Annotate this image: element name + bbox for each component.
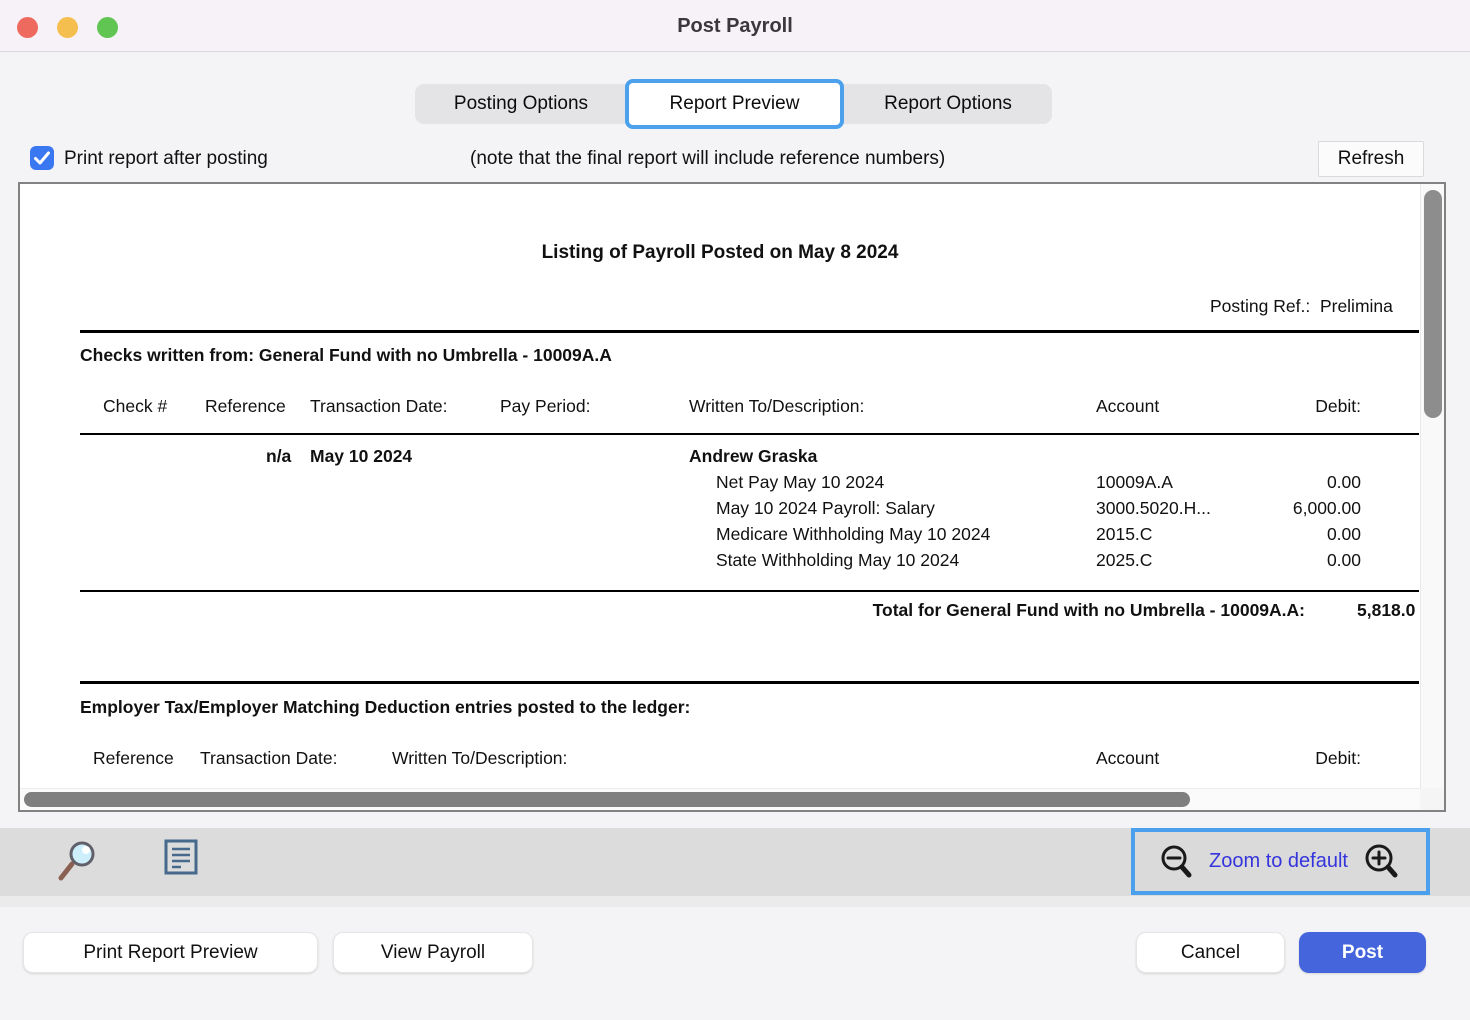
zoom-out-icon[interactable] bbox=[1159, 844, 1195, 880]
divider-rule bbox=[80, 330, 1419, 333]
entry-transaction-date: May 10 2024 bbox=[310, 446, 412, 467]
print-report-preview-button[interactable]: Print Report Preview bbox=[23, 932, 318, 973]
report-preview-viewport: Listing of Payroll Posted on May 8 2024 … bbox=[20, 184, 1420, 788]
toolbar-divider-strip bbox=[0, 896, 1470, 907]
document-view-icon[interactable] bbox=[163, 839, 199, 875]
refresh-button[interactable]: Refresh bbox=[1318, 141, 1424, 177]
col-header-pay-period: Pay Period: bbox=[500, 396, 590, 417]
tab-posting-options[interactable]: Posting Options bbox=[415, 84, 627, 124]
report-title: Listing of Payroll Posted on May 8 2024 bbox=[20, 242, 1420, 264]
checkmark-icon bbox=[30, 146, 54, 170]
entry-line-account: 10009A.A bbox=[1096, 472, 1173, 493]
col-header-reference: Reference bbox=[205, 396, 286, 417]
col-header-written-to: Written To/Description: bbox=[392, 748, 567, 769]
zoom-control: Zoom to default bbox=[1131, 828, 1430, 895]
title-bar: Post Payroll bbox=[0, 0, 1470, 52]
view-payroll-button[interactable]: View Payroll bbox=[333, 932, 533, 973]
zoom-to-default-link[interactable]: Zoom to default bbox=[1209, 850, 1348, 873]
window-title: Post Payroll bbox=[0, 0, 1470, 52]
posting-ref-value: Prelimina bbox=[1320, 296, 1393, 316]
col-header-check-num: Check # bbox=[103, 396, 167, 417]
divider-rule bbox=[80, 681, 1419, 684]
entry-line-debit: 0.00 bbox=[1181, 472, 1361, 493]
horizontal-scrollbar-thumb[interactable] bbox=[24, 792, 1190, 807]
print-report-checkbox[interactable] bbox=[30, 146, 54, 170]
entry-written-to: Andrew Graska bbox=[689, 446, 817, 467]
entry-line-description: State Withholding May 10 2024 bbox=[716, 550, 959, 571]
vertical-scrollbar-thumb[interactable] bbox=[1424, 190, 1442, 418]
entry-line-debit: 6,000.00 bbox=[1181, 498, 1361, 519]
entry-line-description: Net Pay May 10 2024 bbox=[716, 472, 884, 493]
checks-section-heading: Checks written from: General Fund with n… bbox=[80, 345, 612, 366]
tab-bar: Posting Options Report Preview Report Op… bbox=[415, 84, 1052, 124]
tab-report-options[interactable]: Report Options bbox=[844, 84, 1052, 124]
entry-line-description: May 10 2024 Payroll: Salary bbox=[716, 498, 935, 519]
col-header-account: Account bbox=[1096, 748, 1159, 769]
col-header-debit: Debit: bbox=[1181, 396, 1361, 417]
section-total-label: Total for General Fund with no Umbrella … bbox=[620, 600, 1305, 621]
posting-ref-line: Posting Ref.: Prelimina bbox=[1210, 296, 1393, 317]
vertical-scrollbar-track bbox=[1420, 184, 1444, 788]
horizontal-scrollbar-track bbox=[20, 788, 1420, 810]
entry-line-account: 2015.C bbox=[1096, 524, 1152, 545]
tab-report-preview[interactable]: Report Preview bbox=[625, 79, 844, 129]
divider-rule bbox=[80, 590, 1419, 592]
col-header-debit: Debit: bbox=[1181, 748, 1361, 769]
col-header-transaction-date: Transaction Date: bbox=[310, 396, 447, 417]
entry-line-debit: 0.00 bbox=[1181, 524, 1361, 545]
posting-ref-label: Posting Ref.: bbox=[1210, 296, 1310, 316]
entry-reference: n/a bbox=[266, 446, 291, 467]
report-note-text: (note that the final report will include… bbox=[470, 146, 945, 170]
entry-line-account: 2025.C bbox=[1096, 550, 1152, 571]
post-button[interactable]: Post bbox=[1299, 932, 1426, 973]
zoom-in-icon[interactable] bbox=[1362, 842, 1402, 882]
employer-section-heading: Employer Tax/Employer Matching Deduction… bbox=[80, 697, 690, 718]
magnifier-tool-icon[interactable] bbox=[55, 838, 101, 884]
report-preview-frame: Listing of Payroll Posted on May 8 2024 … bbox=[18, 182, 1446, 812]
scrollbar-corner bbox=[1420, 788, 1444, 810]
col-header-written-to: Written To/Description: bbox=[689, 396, 864, 417]
entry-line-description: Medicare Withholding May 10 2024 bbox=[716, 524, 990, 545]
print-report-checkbox-label[interactable]: Print report after posting bbox=[64, 146, 268, 170]
section-total-value: 5,818.0 bbox=[1357, 600, 1415, 621]
divider-rule bbox=[80, 433, 1419, 435]
cancel-button[interactable]: Cancel bbox=[1136, 932, 1285, 973]
preview-toolbar: Zoom to default bbox=[0, 828, 1470, 896]
entry-line-debit: 0.00 bbox=[1181, 550, 1361, 571]
col-header-transaction-date: Transaction Date: bbox=[200, 748, 337, 769]
col-header-account: Account bbox=[1096, 396, 1159, 417]
col-header-reference: Reference bbox=[93, 748, 174, 769]
